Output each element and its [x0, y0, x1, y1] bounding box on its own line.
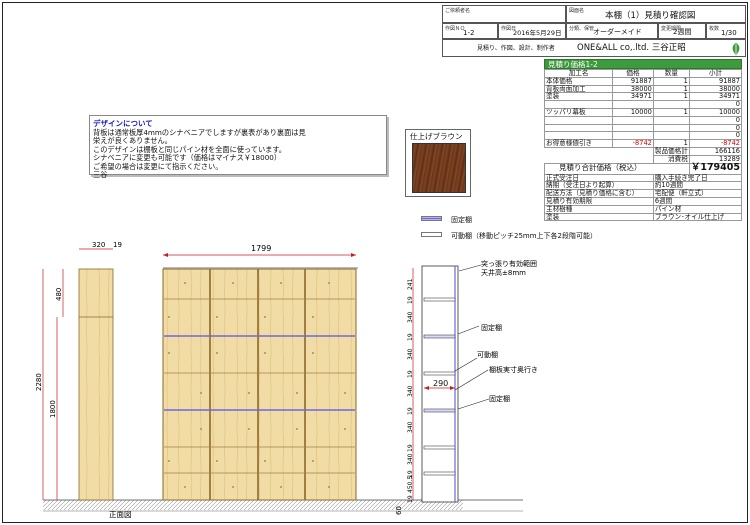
dim-1799: 1799 — [251, 244, 271, 253]
wood-knot — [232, 486, 234, 488]
wood-knot — [216, 460, 218, 462]
wood-knot — [296, 392, 298, 394]
front-view-label: 正面図 — [109, 510, 132, 519]
wood-knot — [248, 392, 250, 394]
side-panel — [78, 268, 114, 501]
callout-shelf-depth: 棚板実寸奥行き — [489, 365, 538, 374]
wood-knot — [168, 316, 170, 318]
side-dim-label: 19 — [407, 370, 414, 378]
wood-knot — [200, 428, 202, 430]
wood-knot — [328, 282, 330, 284]
wood-knot — [216, 352, 218, 354]
callout-leaders — [454, 264, 490, 410]
wood-knot — [296, 428, 298, 430]
dim-1800: 1800 — [49, 400, 57, 418]
side-dim-label: 340 — [407, 311, 414, 323]
dim-19: 19 — [113, 241, 122, 249]
wood-knot — [264, 316, 266, 318]
side-dim-label: 340 — [407, 421, 414, 433]
wood-knot — [328, 486, 330, 488]
dim-2280: 2280 — [35, 373, 43, 391]
callout-tenjo: 天井高±8mm — [481, 268, 526, 277]
wood-knot — [312, 316, 314, 318]
wood-knot — [248, 428, 250, 430]
wood-knot — [344, 428, 346, 430]
fixed-shelf-section — [423, 408, 456, 413]
wood-knot — [264, 352, 266, 354]
side-dim-label: 19 — [407, 333, 414, 341]
callout-fixed-shelf: 固定棚 — [481, 323, 502, 332]
movable-shelf-section — [423, 471, 456, 476]
bookshelf-front — [162, 268, 357, 501]
wood-knot — [344, 392, 346, 394]
wood-knot — [168, 352, 170, 354]
dim-480: 480 — [55, 288, 63, 301]
side-dim-label: 450.5 — [407, 476, 414, 493]
wood-knot — [216, 316, 218, 318]
wood-knot — [232, 282, 234, 284]
callout-movable-shelf: 可動棚 — [477, 350, 498, 359]
wood-knot — [200, 392, 202, 394]
shelf-drawing: 320 19 1799 480 2280 1800 24119340193401… — [35, 241, 538, 519]
movable-shelf-section — [423, 445, 456, 450]
side-dim-label: 19 — [407, 407, 414, 415]
drawing-sheet: ご依頼者名 図面名 本棚（1）見積り確認図 作図ＮＯ 1-2 作図日 2016年… — [2, 2, 748, 523]
side-dim-label: 241 — [407, 278, 414, 290]
callout-tsuppari: 突っ張り有効範囲 — [481, 259, 537, 268]
dim-290: 290 — [433, 379, 448, 388]
wood-knot — [184, 282, 186, 284]
movable-shelf-section — [423, 371, 456, 376]
side-dim-label: 340 — [407, 385, 414, 397]
wood-knot — [312, 460, 314, 462]
wood-knot — [168, 460, 170, 462]
wood-knot — [312, 352, 314, 354]
dim-320: 320 — [92, 241, 105, 249]
side-dim-label: 19 — [407, 495, 414, 503]
wood-knot — [280, 282, 282, 284]
fixed-shelf-section — [423, 334, 456, 339]
movable-shelf-section — [423, 297, 456, 302]
side-dim-label: 19 — [407, 296, 414, 304]
wood-knot — [264, 460, 266, 462]
side-dim-label: 19 — [407, 444, 414, 452]
callout-fixed-shelf-lower: 固定棚 — [489, 394, 510, 403]
side-dim-label: 340 — [407, 453, 414, 465]
dim-60: 60 — [395, 506, 403, 515]
side-dim-label: 340 — [407, 348, 414, 360]
wood-knot — [184, 486, 186, 488]
wood-knot — [280, 486, 282, 488]
